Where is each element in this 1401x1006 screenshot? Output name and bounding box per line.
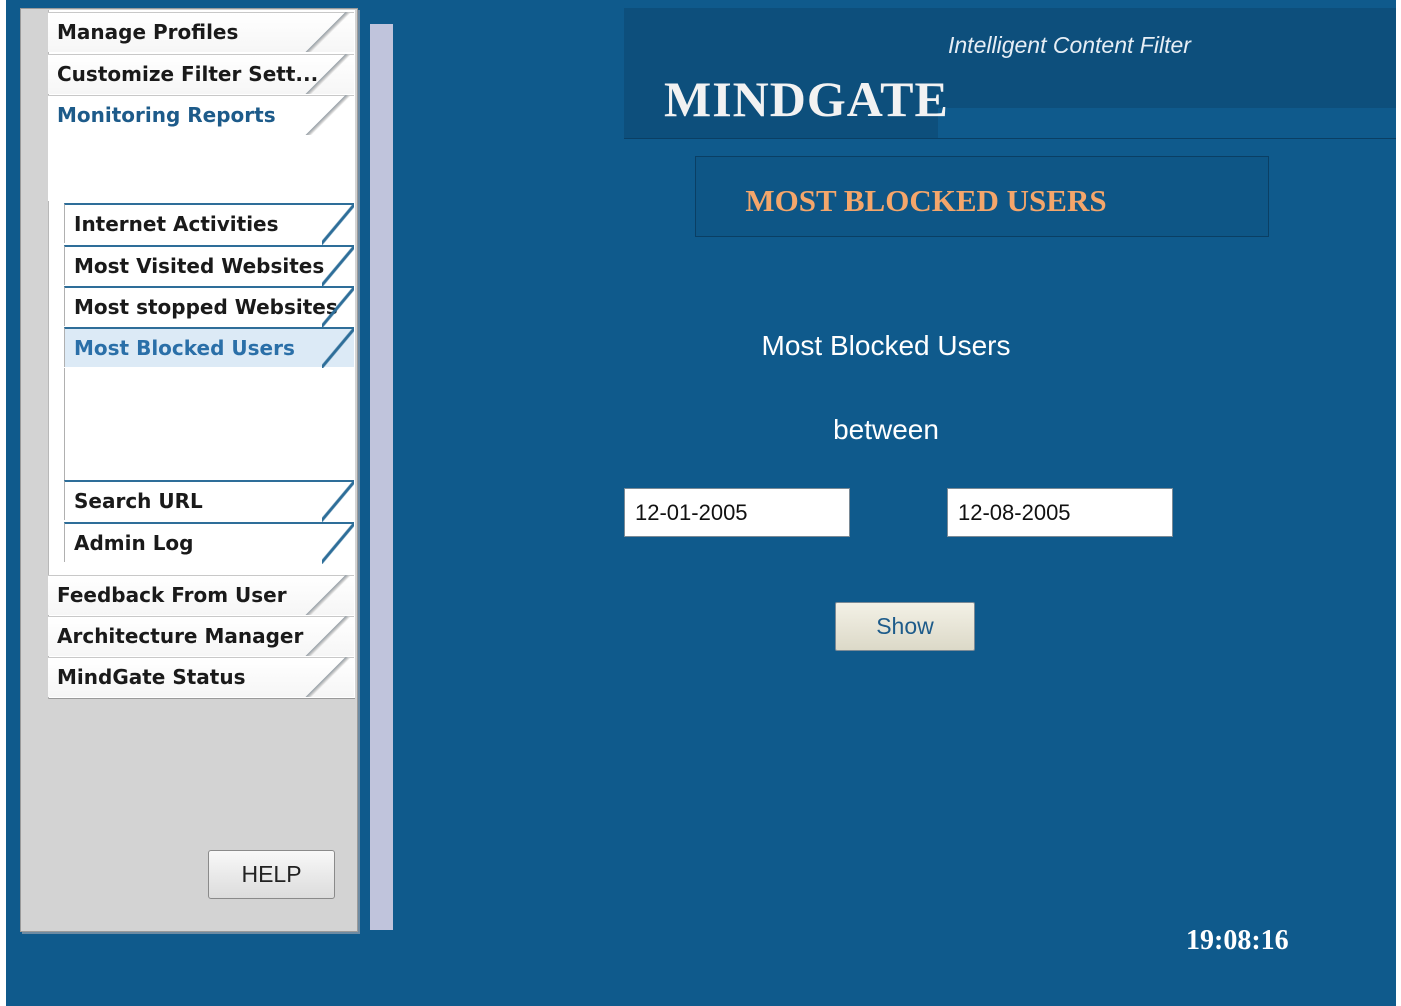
tab-architecture-manager[interactable]: Architecture Manager [48, 616, 354, 656]
splitter-bar[interactable] [370, 24, 393, 930]
tab-monitoring-reports[interactable]: Monitoring Reports [48, 95, 354, 201]
subitem-admin-log[interactable]: Admin Log [64, 522, 354, 564]
subitem-most-stopped-websites[interactable]: Most stopped Websites [64, 286, 354, 328]
clock: 19:08:16 [1186, 925, 1289, 956]
app-tagline: Intelligent Content Filter [948, 32, 1191, 58]
end-date-field[interactable] [947, 488, 1173, 537]
page-title-box: MOST BLOCKED USERS [695, 156, 1269, 237]
between-label: between [833, 414, 939, 445]
tab-customize-filter-settings[interactable]: Customize Filter Sett... [48, 54, 354, 94]
tab-mindgate-status[interactable]: MindGate Status [48, 657, 354, 697]
start-date-field[interactable] [624, 488, 850, 537]
page-title: MOST BLOCKED USERS [745, 183, 1107, 218]
tab-manage-profiles[interactable]: Manage Profiles [48, 12, 354, 52]
subitem-most-blocked-users[interactable]: Most Blocked Users [64, 327, 354, 369]
subitem-internet-activities[interactable]: Internet Activities [64, 203, 354, 245]
help-button[interactable]: HELP [208, 850, 335, 899]
subitem-most-visited-websites[interactable]: Most Visited Websites [64, 245, 354, 287]
submenu-spacer [64, 368, 355, 480]
show-button[interactable]: Show [835, 602, 975, 651]
tab-feedback-from-user[interactable]: Feedback From User [48, 575, 354, 615]
header-notch [938, 108, 1396, 138]
report-form-title: Most Blocked Users [761, 330, 1011, 361]
app-logo: MINDGATE [664, 71, 949, 127]
subitem-search-url[interactable]: Search URL [64, 480, 354, 522]
